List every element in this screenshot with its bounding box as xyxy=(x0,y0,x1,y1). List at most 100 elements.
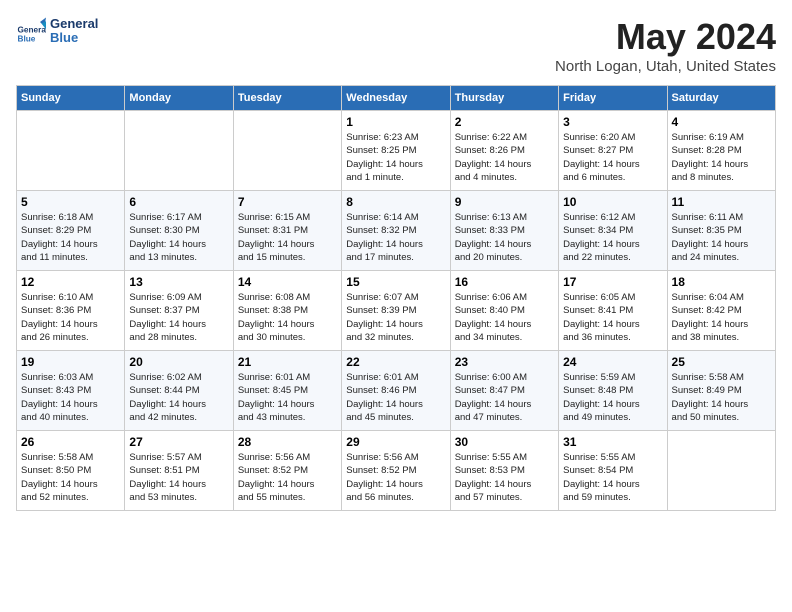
calendar-cell: 12 Sunrise: 6:10 AMSunset: 8:36 PMDayligh… xyxy=(17,271,125,351)
day-number: 1 xyxy=(346,115,445,129)
day-info: Sunrise: 5:55 AMSunset: 8:53 PMDaylight:… xyxy=(455,451,554,504)
day-number: 24 xyxy=(563,355,662,369)
day-number: 6 xyxy=(129,195,228,209)
calendar-cell: 1 Sunrise: 6:23 AMSunset: 8:25 PMDaylight… xyxy=(342,111,450,191)
page-header: General Blue General Blue May 2024 North… xyxy=(16,16,776,75)
calendar-cell xyxy=(17,111,125,191)
day-info: Sunrise: 6:19 AMSunset: 8:28 PMDaylight:… xyxy=(672,131,771,184)
logo-text-blue: Blue xyxy=(50,31,98,45)
location-title: North Logan, Utah, United States xyxy=(555,58,776,75)
calendar-header: SundayMondayTuesdayWednesdayThursdayFrid… xyxy=(17,86,776,111)
calendar-cell: 15 Sunrise: 6:07 AMSunset: 8:39 PMDayligh… xyxy=(342,271,450,351)
day-number: 27 xyxy=(129,435,228,449)
calendar-cell xyxy=(667,431,775,511)
calendar-week-3: 12 Sunrise: 6:10 AMSunset: 8:36 PMDayligh… xyxy=(17,271,776,351)
day-info: Sunrise: 6:08 AMSunset: 8:38 PMDaylight:… xyxy=(238,291,337,344)
day-number: 10 xyxy=(563,195,662,209)
day-info: Sunrise: 6:01 AMSunset: 8:45 PMDaylight:… xyxy=(238,371,337,424)
day-number: 29 xyxy=(346,435,445,449)
calendar-cell: 4 Sunrise: 6:19 AMSunset: 8:28 PMDaylight… xyxy=(667,111,775,191)
calendar-cell: 11 Sunrise: 6:11 AMSunset: 8:35 PMDayligh… xyxy=(667,191,775,271)
calendar-cell: 29 Sunrise: 5:56 AMSunset: 8:52 PMDayligh… xyxy=(342,431,450,511)
calendar-week-1: 1 Sunrise: 6:23 AMSunset: 8:25 PMDaylight… xyxy=(17,111,776,191)
day-info: Sunrise: 6:01 AMSunset: 8:46 PMDaylight:… xyxy=(346,371,445,424)
calendar-cell: 22 Sunrise: 6:01 AMSunset: 8:46 PMDayligh… xyxy=(342,351,450,431)
calendar-cell: 21 Sunrise: 6:01 AMSunset: 8:45 PMDayligh… xyxy=(233,351,341,431)
calendar-cell: 5Sunrise: 6:18 AMSunset: 8:29 PMDaylight… xyxy=(17,191,125,271)
day-number: 25 xyxy=(672,355,771,369)
day-info: Sunrise: 5:59 AMSunset: 8:48 PMDaylight:… xyxy=(563,371,662,424)
calendar-week-5: 26 Sunrise: 5:58 AMSunset: 8:50 PMDayligh… xyxy=(17,431,776,511)
day-info: Sunrise: 6:05 AMSunset: 8:41 PMDaylight:… xyxy=(563,291,662,344)
calendar-cell: 30 Sunrise: 5:55 AMSunset: 8:53 PMDayligh… xyxy=(450,431,558,511)
logo-icon: General Blue xyxy=(16,16,46,46)
calendar-cell: 23 Sunrise: 6:00 AMSunset: 8:47 PMDayligh… xyxy=(450,351,558,431)
day-info: Sunrise: 6:23 AMSunset: 8:25 PMDaylight:… xyxy=(346,131,445,184)
calendar-cell xyxy=(233,111,341,191)
day-info: Sunrise: 6:00 AMSunset: 8:47 PMDaylight:… xyxy=(455,371,554,424)
day-number: 15 xyxy=(346,275,445,289)
calendar-cell: 18 Sunrise: 6:04 AMSunset: 8:42 PMDayligh… xyxy=(667,271,775,351)
title-area: May 2024 North Logan, Utah, United State… xyxy=(555,16,776,75)
calendar-cell: 20Sunrise: 6:02 AMSunset: 8:44 PMDayligh… xyxy=(125,351,233,431)
calendar-cell: 10Sunrise: 6:12 AMSunset: 8:34 PMDayligh… xyxy=(559,191,667,271)
calendar-cell: 6 Sunrise: 6:17 AMSunset: 8:30 PMDaylight… xyxy=(125,191,233,271)
calendar-table: SundayMondayTuesdayWednesdayThursdayFrid… xyxy=(16,85,776,511)
day-info: Sunrise: 6:07 AMSunset: 8:39 PMDaylight:… xyxy=(346,291,445,344)
day-number: 23 xyxy=(455,355,554,369)
day-info: Sunrise: 5:58 AMSunset: 8:50 PMDaylight:… xyxy=(21,451,120,504)
calendar-cell: 19 Sunrise: 6:03 AMSunset: 8:43 PMDayligh… xyxy=(17,351,125,431)
day-info: Sunrise: 6:15 AMSunset: 8:31 PMDaylight:… xyxy=(238,211,337,264)
day-number: 13 xyxy=(129,275,228,289)
day-info: Sunrise: 6:20 AMSunset: 8:27 PMDaylight:… xyxy=(563,131,662,184)
day-number: 28 xyxy=(238,435,337,449)
day-number: 9 xyxy=(455,195,554,209)
calendar-cell: 26 Sunrise: 5:58 AMSunset: 8:50 PMDayligh… xyxy=(17,431,125,511)
day-info: Sunrise: 6:06 AMSunset: 8:40 PMDaylight:… xyxy=(455,291,554,344)
calendar-week-4: 19 Sunrise: 6:03 AMSunset: 8:43 PMDayligh… xyxy=(17,351,776,431)
day-info: Sunrise: 6:13 AMSunset: 8:33 PMDaylight:… xyxy=(455,211,554,264)
day-info: Sunrise: 6:17 AMSunset: 8:30 PMDaylight:… xyxy=(129,211,228,264)
day-number: 8 xyxy=(346,195,445,209)
logo-text-general: General xyxy=(50,17,98,31)
calendar-cell: 31 Sunrise: 5:55 AMSunset: 8:54 PMDayligh… xyxy=(559,431,667,511)
day-header-thursday: Thursday xyxy=(450,86,558,111)
day-info: Sunrise: 6:22 AMSunset: 8:26 PMDaylight:… xyxy=(455,131,554,184)
day-info: Sunrise: 6:18 AMSunset: 8:29 PMDaylight:… xyxy=(21,211,120,264)
day-number: 12 xyxy=(21,275,120,289)
day-number: 11 xyxy=(672,195,771,209)
calendar-cell: 13Sunrise: 6:09 AMSunset: 8:37 PMDayligh… xyxy=(125,271,233,351)
svg-text:General: General xyxy=(18,26,47,35)
day-info: Sunrise: 6:03 AMSunset: 8:43 PMDaylight:… xyxy=(21,371,120,424)
calendar-cell: 25Sunrise: 5:58 AMSunset: 8:49 PMDayligh… xyxy=(667,351,775,431)
day-header-sunday: Sunday xyxy=(17,86,125,111)
day-number: 26 xyxy=(21,435,120,449)
calendar-cell: 9 Sunrise: 6:13 AMSunset: 8:33 PMDaylight… xyxy=(450,191,558,271)
day-number: 4 xyxy=(672,115,771,129)
day-header-friday: Friday xyxy=(559,86,667,111)
day-number: 21 xyxy=(238,355,337,369)
day-header-saturday: Saturday xyxy=(667,86,775,111)
day-info: Sunrise: 6:04 AMSunset: 8:42 PMDaylight:… xyxy=(672,291,771,344)
day-info: Sunrise: 6:11 AMSunset: 8:35 PMDaylight:… xyxy=(672,211,771,264)
day-number: 19 xyxy=(21,355,120,369)
day-info: Sunrise: 6:10 AMSunset: 8:36 PMDaylight:… xyxy=(21,291,120,344)
day-number: 3 xyxy=(563,115,662,129)
day-info: Sunrise: 5:56 AMSunset: 8:52 PMDaylight:… xyxy=(238,451,337,504)
day-number: 31 xyxy=(563,435,662,449)
calendar-cell: 16Sunrise: 6:06 AMSunset: 8:40 PMDayligh… xyxy=(450,271,558,351)
day-header-wednesday: Wednesday xyxy=(342,86,450,111)
calendar-cell: 7Sunrise: 6:15 AMSunset: 8:31 PMDaylight… xyxy=(233,191,341,271)
day-info: Sunrise: 5:55 AMSunset: 8:54 PMDaylight:… xyxy=(563,451,662,504)
logo: General Blue General Blue xyxy=(16,16,98,46)
day-info: Sunrise: 5:56 AMSunset: 8:52 PMDaylight:… xyxy=(346,451,445,504)
day-header-tuesday: Tuesday xyxy=(233,86,341,111)
day-number: 22 xyxy=(346,355,445,369)
calendar-cell xyxy=(125,111,233,191)
day-info: Sunrise: 5:57 AMSunset: 8:51 PMDaylight:… xyxy=(129,451,228,504)
day-number: 30 xyxy=(455,435,554,449)
calendar-cell: 17Sunrise: 6:05 AMSunset: 8:41 PMDayligh… xyxy=(559,271,667,351)
calendar-cell: 8Sunrise: 6:14 AMSunset: 8:32 PMDaylight… xyxy=(342,191,450,271)
day-number: 18 xyxy=(672,275,771,289)
calendar-cell: 14Sunrise: 6:08 AMSunset: 8:38 PMDayligh… xyxy=(233,271,341,351)
